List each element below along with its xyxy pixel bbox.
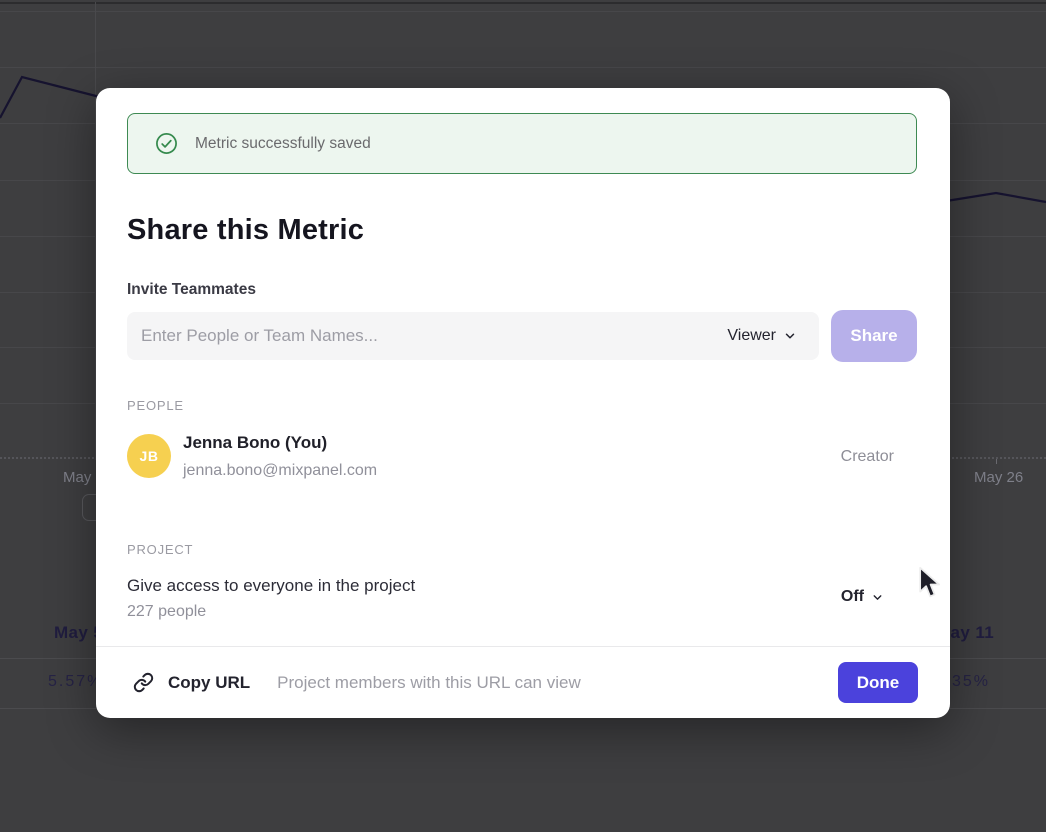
- share-button[interactable]: Share: [831, 310, 917, 362]
- role-dropdown[interactable]: Viewer: [727, 327, 819, 345]
- table-value-right: 35%: [952, 673, 990, 691]
- project-people-count: 227 people: [127, 603, 206, 621]
- modal-title: Share this Metric: [127, 214, 364, 247]
- invite-input[interactable]: [127, 326, 727, 346]
- url-permission-hint: Project members with this URL can view: [277, 673, 838, 693]
- invite-teammates-label: Invite Teammates: [127, 281, 256, 299]
- project-section-label: PROJECT: [127, 542, 193, 557]
- success-toast: Metric successfully saved: [127, 113, 917, 174]
- chart-x-label-right: May 26: [974, 469, 1023, 486]
- project-access-dropdown[interactable]: Off: [841, 588, 884, 606]
- project-access-value: Off: [841, 588, 864, 606]
- people-section-label: PEOPLE: [127, 398, 184, 413]
- chevron-down-icon: [871, 591, 884, 604]
- chevron-down-icon: [783, 329, 797, 343]
- copy-url-button[interactable]: Copy URL: [133, 672, 250, 693]
- invite-input-container: Viewer: [127, 312, 819, 360]
- link-icon: [133, 672, 154, 693]
- toast-message: Metric successfully saved: [195, 135, 371, 153]
- member-name: Jenna Bono (You): [183, 433, 327, 453]
- check-circle-icon: [155, 132, 178, 155]
- role-dropdown-value: Viewer: [727, 327, 776, 345]
- copy-url-label: Copy URL: [168, 673, 250, 693]
- modal-footer: Copy URL Project members with this URL c…: [96, 646, 950, 718]
- avatar: JB: [127, 434, 171, 478]
- member-role-badge: Creator: [841, 448, 894, 466]
- done-button[interactable]: Done: [838, 662, 918, 703]
- project-access-title: Give access to everyone in the project: [127, 576, 415, 596]
- share-metric-modal: Metric successfully saved Share this Met…: [96, 88, 950, 718]
- member-email: jenna.bono@mixpanel.com: [183, 462, 377, 480]
